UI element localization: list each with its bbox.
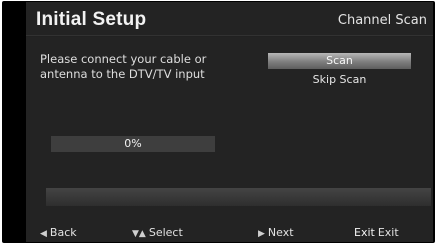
back-label: Back <box>49 226 77 239</box>
right-arrow-icon: ▶ <box>258 229 265 239</box>
scan-status-bar <box>46 188 431 206</box>
instruction-line-2: antenna to the DTV/TV input <box>40 67 205 81</box>
connection-instructions: Please connect your cable or antenna to … <box>40 52 260 82</box>
next-hint[interactable]: ▶ Next <box>258 226 294 240</box>
scan-progress-label: 0% <box>124 137 142 150</box>
exit-key-label: Exit <box>354 226 375 239</box>
instruction-line-1: Please connect your cable or <box>40 52 207 66</box>
up-down-arrows-icon: ▼▲ <box>132 229 146 239</box>
left-arrow-icon: ◀ <box>40 229 47 239</box>
exit-label: Exit <box>377 226 399 239</box>
select-hint[interactable]: ▼▲ Select <box>132 226 183 240</box>
scan-options-menu: Scan Skip Scan <box>268 53 411 91</box>
next-label: Next <box>267 226 294 239</box>
menu-item-skip-scan[interactable]: Skip Scan <box>268 72 411 88</box>
select-label: Select <box>148 226 183 239</box>
screen-name-label: Channel Scan <box>337 13 427 28</box>
back-hint[interactable]: ◀ Back <box>40 226 77 240</box>
scan-progress-bar: 0% <box>51 136 215 152</box>
exit-hint[interactable]: Exit Exit <box>354 226 399 240</box>
menu-item-scan[interactable]: Scan <box>268 53 411 69</box>
tv-screen: Initial Setup Channel Scan Please connec… <box>2 1 435 243</box>
title-divider <box>26 35 433 37</box>
page-title: Initial Setup <box>36 9 147 30</box>
initial-setup-panel: Initial Setup Channel Scan Please connec… <box>26 2 433 242</box>
remote-key-hints: ◀ Back ▼▲ Select ▶ Next Exit Exit <box>26 226 433 240</box>
